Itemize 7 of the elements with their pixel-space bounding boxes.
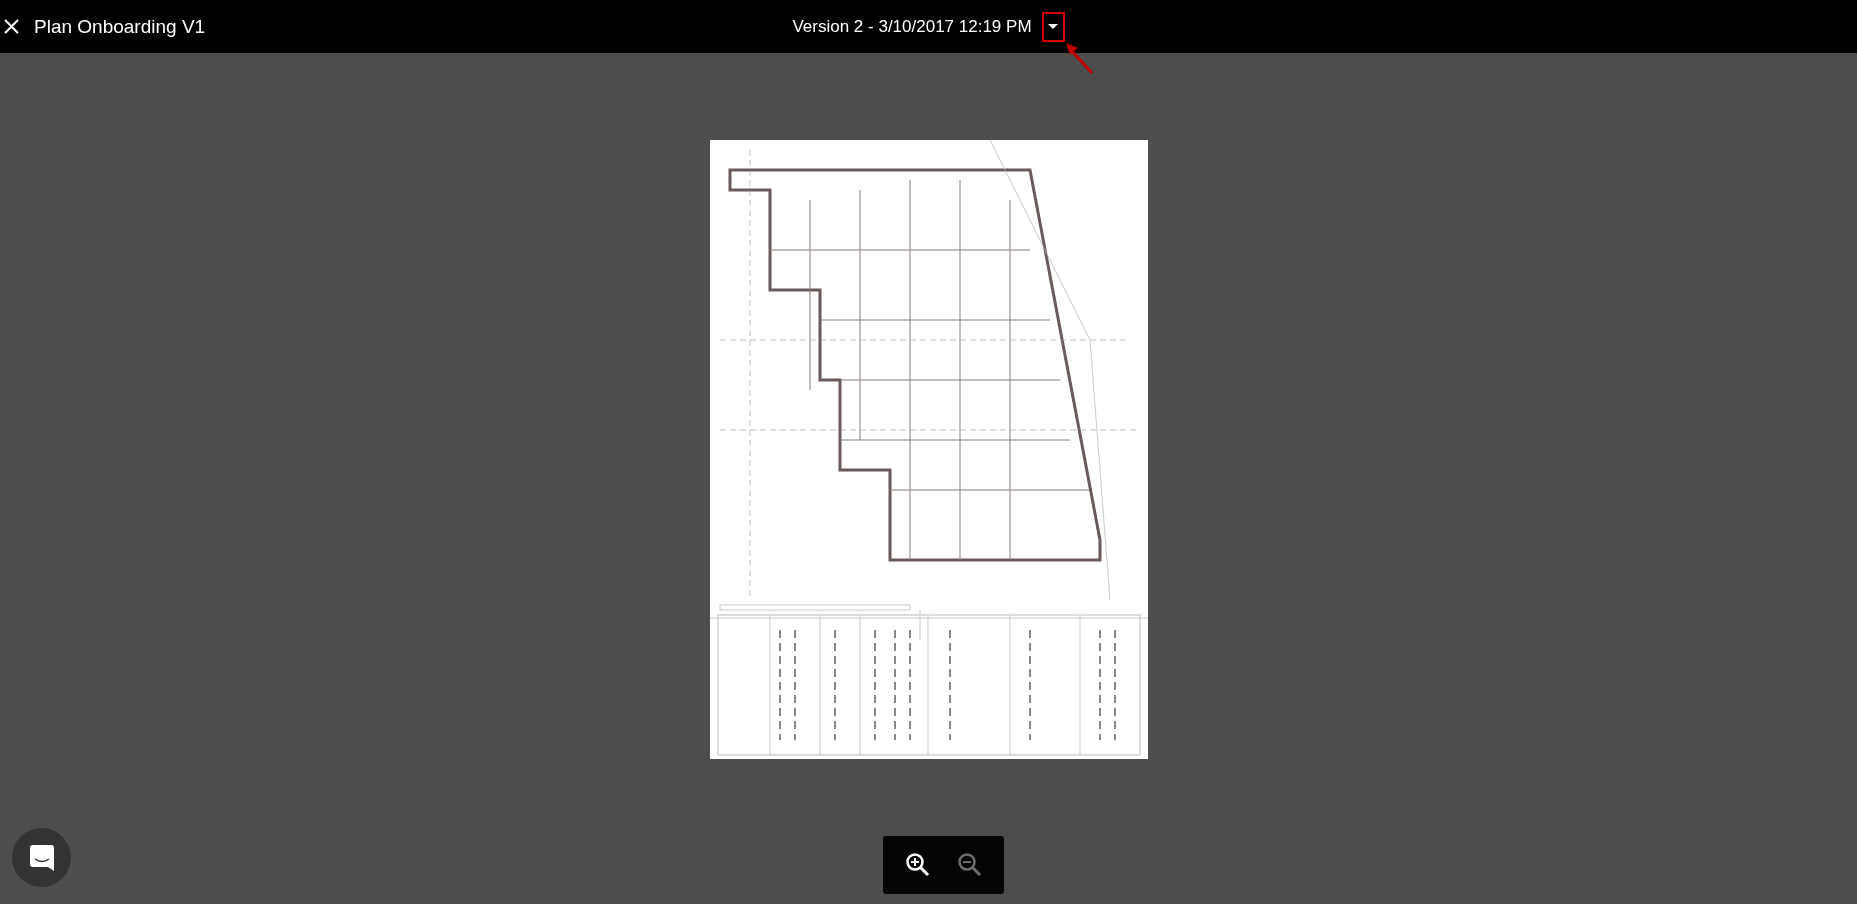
chat-icon xyxy=(29,844,54,871)
version-dropdown-button[interactable] xyxy=(1041,11,1065,42)
annotation-arrow xyxy=(1064,41,1094,75)
version-label: Version 2 - 3/10/2017 12:19 PM xyxy=(792,16,1032,37)
caret-icon xyxy=(1048,23,1059,30)
document-title: Plan Onboarding V1 xyxy=(34,15,206,38)
close-icon[interactable] xyxy=(4,19,19,34)
